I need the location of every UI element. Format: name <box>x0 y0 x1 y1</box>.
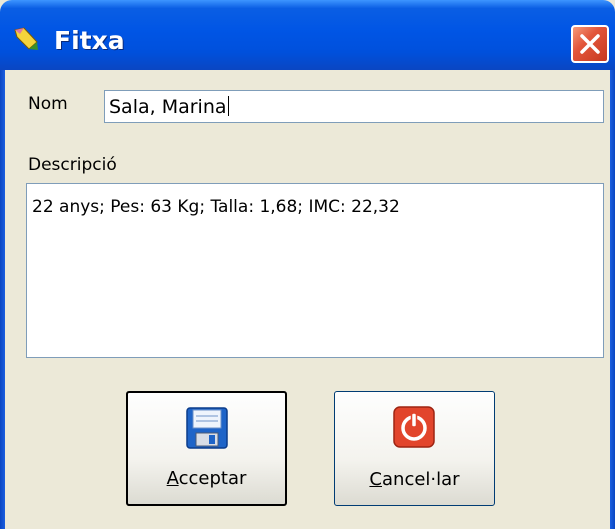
description-value: 22 anys; Pes: 63 Kg; Talla: 1,68; IMC: 2… <box>32 197 400 217</box>
pencil-icon <box>14 27 38 50</box>
name-field[interactable]: Sala, Marina <box>104 90 604 123</box>
text-caret <box>227 96 229 116</box>
cancel-button-label: Cancel·lar <box>369 469 460 490</box>
name-field-value: Sala, Marina <box>109 96 227 118</box>
accept-button[interactable]: Acceptar <box>126 391 287 506</box>
window-title: Fitxa <box>54 26 125 55</box>
dialog-window: Fitxa Nom Sala, Marina Descripció 22 any… <box>0 0 615 529</box>
window-border-right <box>610 70 615 529</box>
accept-button-label: Acceptar <box>166 468 247 489</box>
title-bar[interactable]: Fitxa <box>0 0 615 70</box>
window-border-left <box>0 70 5 529</box>
description-label: Descripció <box>28 155 117 175</box>
power-icon <box>393 406 435 448</box>
close-button[interactable] <box>571 25 609 63</box>
cancel-button[interactable]: Cancel·lar <box>334 391 495 506</box>
description-textarea[interactable]: 22 anys; Pes: 63 Kg; Talla: 1,68; IMC: 2… <box>26 183 604 358</box>
floppy-disk-icon <box>186 407 228 449</box>
close-icon <box>580 34 600 54</box>
name-label: Nom <box>28 94 68 114</box>
